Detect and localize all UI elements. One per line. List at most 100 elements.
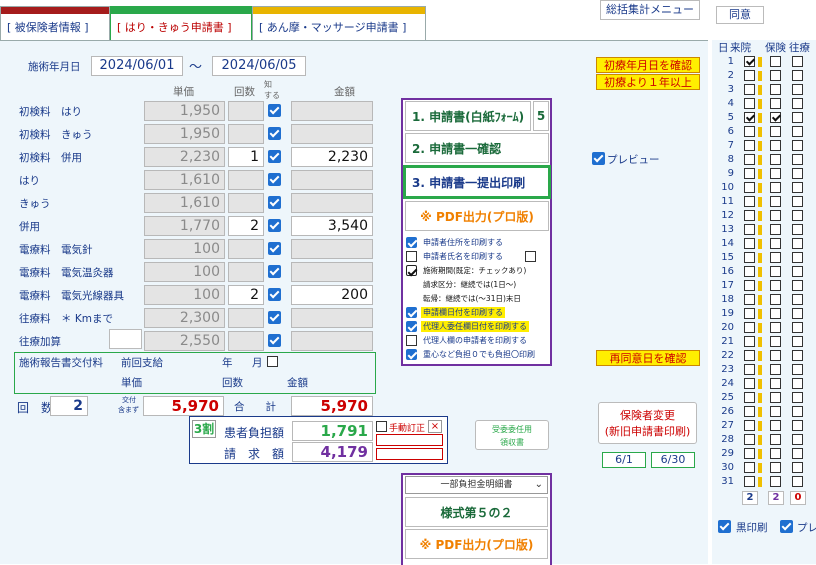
insurance-checkbox[interactable]: [770, 434, 781, 445]
visit-checkbox[interactable]: [744, 168, 755, 179]
visit-checkbox[interactable]: [744, 336, 755, 347]
proxy-receipt-button[interactable]: 受委委任用 領収書: [475, 420, 549, 450]
insurance-checkbox[interactable]: [770, 98, 781, 109]
option-checkbox[interactable]: [406, 265, 417, 276]
return-checkbox[interactable]: [792, 154, 803, 165]
print-blank-button[interactable]: 1. 申請書(白紙ﾌｫｰﾑ): [405, 101, 531, 131]
return-checkbox[interactable]: [792, 322, 803, 333]
visit-checkbox[interactable]: [744, 392, 755, 403]
count-input[interactable]: [228, 193, 264, 213]
tab-anma[interactable]: [ あん摩・マッサージ申請書 ]: [252, 6, 426, 40]
visit-checkbox[interactable]: [744, 462, 755, 473]
notify-checkbox[interactable]: [268, 219, 281, 232]
confirm-button[interactable]: 2. 申請書一確認: [405, 133, 549, 163]
return-checkbox[interactable]: [792, 210, 803, 221]
submit-print-button[interactable]: 3. 申請書一提出印刷: [403, 165, 551, 199]
return-checkbox[interactable]: [792, 476, 803, 487]
count-input[interactable]: [228, 331, 264, 351]
notify-checkbox[interactable]: [268, 150, 281, 163]
insurance-checkbox[interactable]: [770, 266, 781, 277]
detail-dropdown[interactable]: 一部負担金明細書 ⌄: [405, 476, 548, 494]
return-checkbox[interactable]: [792, 364, 803, 375]
insurance-checkbox[interactable]: [770, 392, 781, 403]
tab-hari-kyu[interactable]: [ はり・きゅう申請書 ]: [110, 6, 252, 40]
notify-checkbox[interactable]: [268, 173, 281, 186]
insurance-checkbox[interactable]: [770, 168, 781, 179]
visit-checkbox[interactable]: [744, 210, 755, 221]
count-input[interactable]: [228, 101, 264, 121]
insurance-checkbox[interactable]: [770, 364, 781, 375]
option-checkbox[interactable]: [406, 349, 417, 360]
count-input[interactable]: 1: [228, 147, 264, 167]
visit-checkbox[interactable]: [744, 364, 755, 375]
insurance-checkbox[interactable]: [770, 210, 781, 221]
visit-checkbox[interactable]: [744, 322, 755, 333]
return-checkbox[interactable]: [792, 98, 803, 109]
visit-checkbox[interactable]: [744, 350, 755, 361]
return-checkbox[interactable]: [792, 84, 803, 95]
visit-checkbox[interactable]: [744, 308, 755, 319]
visit-checkbox[interactable]: [744, 154, 755, 165]
manual-checkbox[interactable]: [376, 421, 387, 432]
period-from-input[interactable]: 2024/06/01: [91, 56, 183, 76]
period-to-input[interactable]: 2024/06/05: [212, 56, 306, 76]
insurance-checkbox[interactable]: [770, 70, 781, 81]
insurance-checkbox[interactable]: [770, 406, 781, 417]
return-checkbox[interactable]: [792, 224, 803, 235]
visit-checkbox[interactable]: [744, 294, 755, 305]
visit-checkbox[interactable]: [744, 238, 755, 249]
return-checkbox[interactable]: [792, 378, 803, 389]
return-checkbox[interactable]: [792, 196, 803, 207]
return-checkbox[interactable]: [792, 182, 803, 193]
option-checkbox[interactable]: [406, 321, 417, 332]
notify-checkbox[interactable]: [268, 104, 281, 117]
insurance-checkbox[interactable]: [770, 280, 781, 291]
insurance-checkbox[interactable]: [770, 84, 781, 95]
count-input[interactable]: [228, 170, 264, 190]
visit-checkbox[interactable]: [744, 266, 755, 277]
notify-checkbox[interactable]: [268, 334, 281, 347]
return-checkbox[interactable]: [792, 420, 803, 431]
visit-checkbox[interactable]: [744, 98, 755, 109]
insurance-checkbox[interactable]: [770, 378, 781, 389]
option-checkbox[interactable]: [406, 307, 417, 318]
pdf-button[interactable]: ※ PDF出力(プロ版): [405, 201, 549, 231]
print-blank-count[interactable]: 5: [533, 101, 549, 131]
insurance-checkbox[interactable]: [770, 126, 781, 137]
insurance-checkbox[interactable]: [770, 252, 781, 263]
notify-checkbox[interactable]: [268, 196, 281, 209]
visit-checkbox[interactable]: [744, 280, 755, 291]
count-input[interactable]: [228, 262, 264, 282]
return-checkbox[interactable]: [792, 266, 803, 277]
visit-checkbox[interactable]: [744, 252, 755, 263]
count-input[interactable]: [228, 308, 264, 328]
name-extra-checkbox[interactable]: [525, 251, 536, 262]
confirm-first-button[interactable]: 初療年月日を確認: [596, 57, 700, 73]
visit-checkbox[interactable]: [744, 448, 755, 459]
insurance-checkbox[interactable]: [770, 238, 781, 249]
return-checkbox[interactable]: [792, 252, 803, 263]
visit-checkbox[interactable]: [744, 182, 755, 193]
count-input[interactable]: 2: [228, 285, 264, 305]
visit-checkbox[interactable]: [744, 84, 755, 95]
insurance-checkbox[interactable]: [770, 448, 781, 459]
notify-checkbox[interactable]: [268, 265, 281, 278]
pre-checkbox[interactable]: [780, 520, 793, 533]
insurance-checkbox[interactable]: [770, 476, 781, 487]
insurance-checkbox[interactable]: [770, 224, 781, 235]
return-checkbox[interactable]: [792, 392, 803, 403]
insurance-checkbox[interactable]: [770, 462, 781, 473]
notify-checkbox[interactable]: [268, 288, 281, 301]
tab-insured-info[interactable]: [ 被保険者情報 ]: [0, 6, 110, 40]
visit-checkbox[interactable]: [744, 56, 755, 67]
summary-menu-button[interactable]: 総括集計メニュー: [600, 0, 700, 20]
insurance-checkbox[interactable]: [770, 336, 781, 347]
visit-checkbox[interactable]: [744, 70, 755, 81]
return-checkbox[interactable]: [792, 308, 803, 319]
return-checkbox[interactable]: [792, 294, 803, 305]
date-to-field[interactable]: 6/30: [651, 452, 695, 468]
manual-bill-input[interactable]: [376, 448, 443, 460]
return-checkbox[interactable]: [792, 112, 803, 123]
insurance-checkbox[interactable]: [770, 182, 781, 193]
insurance-checkbox[interactable]: [770, 196, 781, 207]
